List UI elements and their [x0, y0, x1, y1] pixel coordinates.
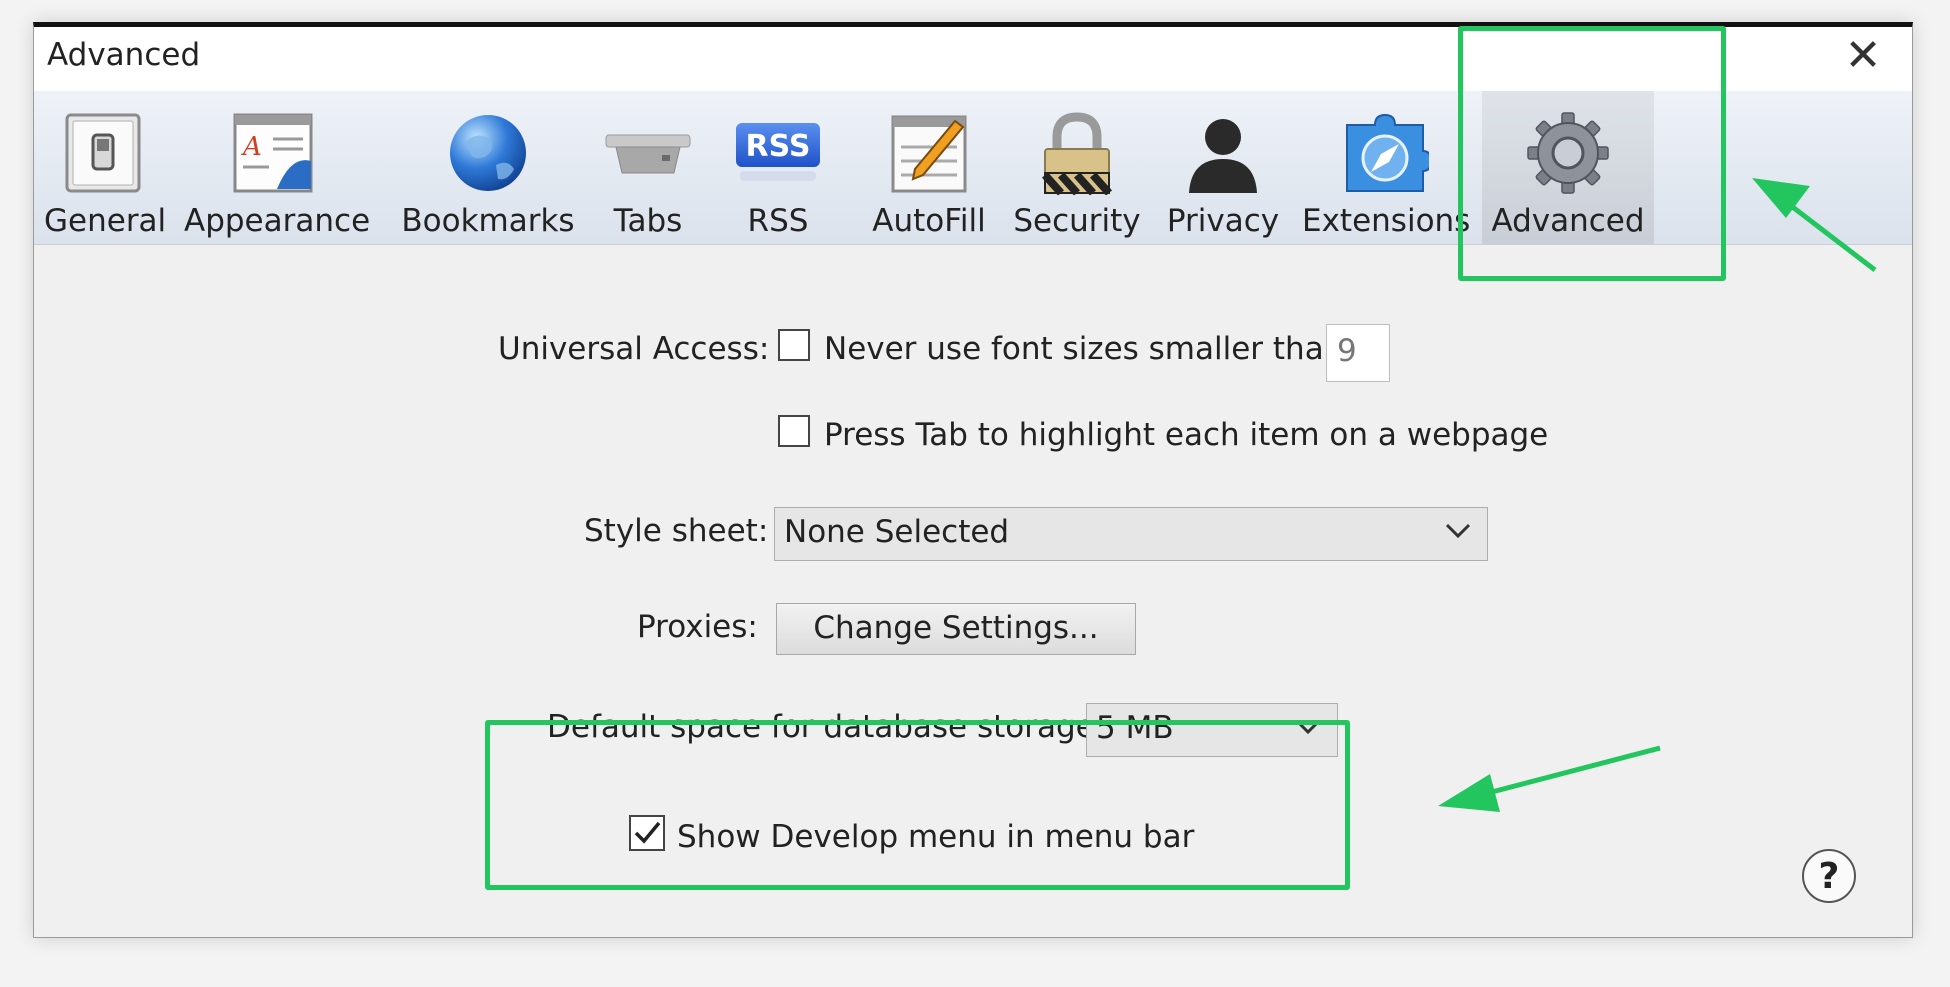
annotation-arrows — [1438, 178, 1877, 812]
arrow-icon — [1752, 178, 1877, 272]
arrow-icon — [1438, 745, 1661, 812]
